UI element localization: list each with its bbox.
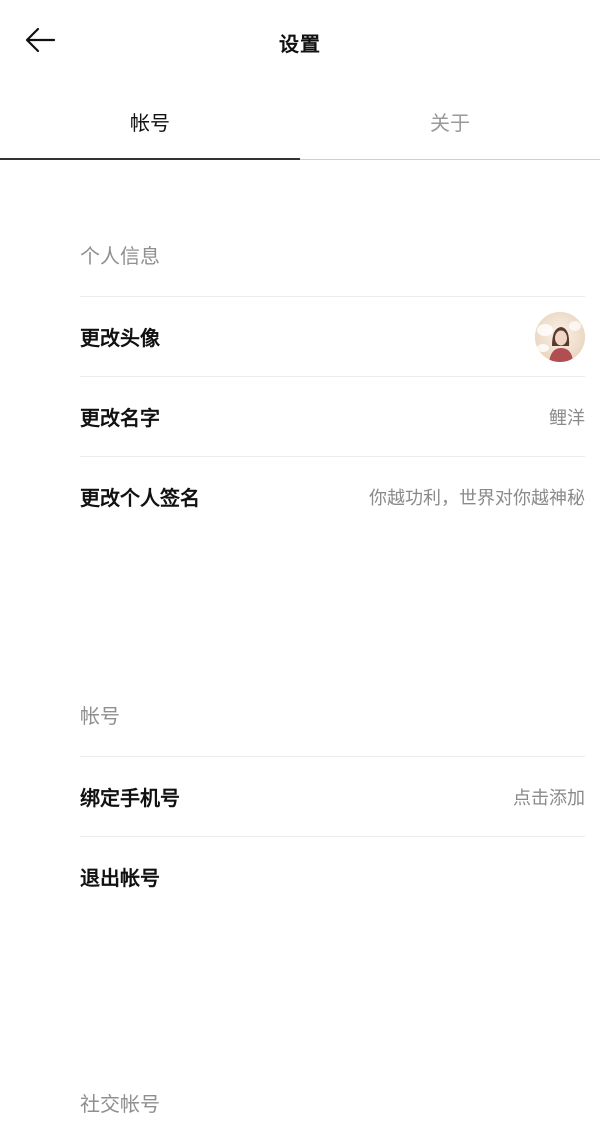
- change-name-label: 更改名字: [80, 406, 160, 430]
- page-title: 设置: [279, 32, 321, 56]
- bind-phone-value: 点击添加: [513, 787, 585, 809]
- tab-bar: 帐号 关于: [0, 82, 600, 160]
- logout-label: 退出帐号: [80, 866, 160, 890]
- current-name-value: 鲤洋: [549, 407, 585, 429]
- change-signature-row[interactable]: 更改个人签名 你越功利，世界对你越神秘: [80, 457, 585, 536]
- top-bar: 设置: [0, 0, 600, 82]
- tab-about[interactable]: 关于: [300, 82, 600, 160]
- tab-account[interactable]: 帐号: [0, 82, 300, 160]
- bind-phone-row[interactable]: 绑定手机号 点击添加: [80, 757, 585, 837]
- section-title-account: 帐号: [80, 676, 585, 757]
- section-title-personal: 个人信息: [80, 216, 585, 297]
- change-signature-label: 更改个人签名: [80, 486, 200, 510]
- current-signature-value: 你越功利，世界对你越神秘: [369, 487, 585, 509]
- settings-content: 个人信息 更改头像 更改名字 鲤洋 更改个人签名 你越功利，世界对你越神秘 帐号…: [80, 160, 585, 1144]
- section-title-social: 社交帐号: [80, 1092, 160, 1116]
- avatar: [535, 311, 585, 362]
- logout-row[interactable]: 退出帐号: [80, 837, 585, 916]
- change-avatar-label: 更改头像: [80, 326, 160, 350]
- change-name-row[interactable]: 更改名字 鲤洋: [80, 377, 585, 457]
- change-avatar-row[interactable]: 更改头像: [80, 297, 585, 377]
- bind-phone-label: 绑定手机号: [80, 786, 180, 810]
